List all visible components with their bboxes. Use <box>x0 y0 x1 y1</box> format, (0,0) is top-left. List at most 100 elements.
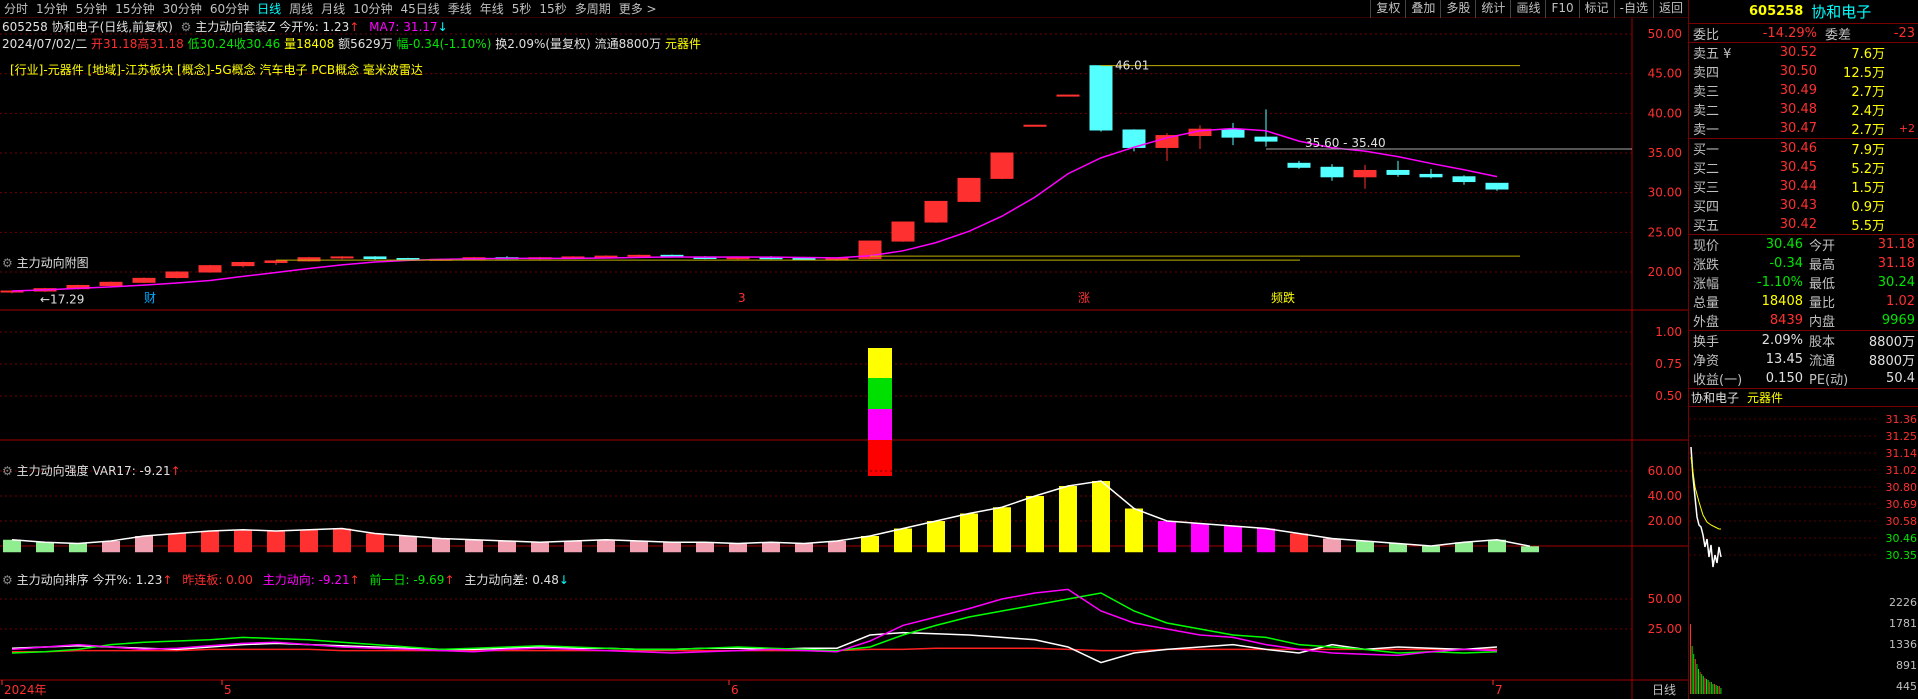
bid-price: 30.42 <box>1779 217 1817 232</box>
mini-volume-bar <box>1707 680 1709 694</box>
mini-volume-tick: 891 <box>1896 659 1917 672</box>
strength-bar <box>1521 546 1539 553</box>
mini-price-tick: 31.14 <box>1886 447 1918 460</box>
candle-body <box>594 255 618 258</box>
stat-label: 流通 <box>1809 354 1836 369</box>
mini-volume-bar <box>1715 685 1717 694</box>
period-tab[interactable]: 30分钟 <box>159 0 206 18</box>
mini-price-tick: 30.80 <box>1886 481 1918 494</box>
tool-button[interactable]: 统计 <box>1475 0 1510 18</box>
candle-body <box>132 277 156 283</box>
candle-body <box>990 152 1014 179</box>
period-tab[interactable]: 1分钟 <box>32 0 72 18</box>
strength-bar <box>1257 528 1275 553</box>
chart-area[interactable]: 50.00 45.00 40.00 35.00 30.00 25.00 20.00 46.01… <box>0 18 1688 699</box>
stat-label: 内盘 <box>1809 315 1836 330</box>
kline-chart-svg[interactable]: 50.00 45.00 40.00 35.00 30.00 25.00 20.00 46.01… <box>0 18 1688 699</box>
diff-label: 委差 <box>1825 27 1852 43</box>
stat-label: 涨幅 <box>1693 277 1720 292</box>
ask-price: 30.48 <box>1779 102 1817 117</box>
strength-bar <box>432 538 450 553</box>
x-tick-label: 7 <box>1495 683 1503 697</box>
stat-value: 8800万 <box>1868 354 1915 369</box>
period-tab[interactable]: 年线 <box>476 0 508 18</box>
stat-row: 总量 18408 量比 1.02 <box>1689 292 1918 311</box>
stat-value: -0.34 <box>1769 256 1803 271</box>
gear-icon[interactable]: ⚙ <box>2 464 13 478</box>
bid-volume: 5.5万 <box>1851 219 1885 234</box>
high-annotation: 46.01 <box>1115 59 1149 73</box>
marker: 频跌 <box>1271 290 1295 305</box>
panel2-title: ⚙ 主力动向强度 VAR17: -9.21↑ <box>2 464 181 478</box>
y-tick-label: 50.00 <box>1648 592 1682 606</box>
strength-bar <box>993 507 1011 553</box>
period-tab[interactable]: 更多 > <box>615 0 661 18</box>
mini-sector: 元器件 <box>1747 391 1784 405</box>
tool-button[interactable]: 返回 <box>1652 0 1688 18</box>
period-tab[interactable]: 季线 <box>444 0 476 18</box>
mini-volume-bar <box>1699 672 1701 694</box>
period-tab[interactable]: 分时 <box>0 0 32 18</box>
mini-volume-bar <box>1693 654 1695 694</box>
marker: 财 <box>144 291 156 305</box>
tool-button[interactable]: 复权 <box>1370 0 1405 18</box>
x-tick-label: 2024年 <box>4 683 47 697</box>
tool-button[interactable]: 叠加 <box>1405 0 1440 18</box>
tool-button[interactable]: -自选 <box>1613 0 1653 18</box>
strength-bar <box>1422 546 1440 553</box>
gear-icon[interactable]: ⚙ <box>181 20 192 34</box>
strength-bar <box>960 513 978 553</box>
strength-bar <box>1092 481 1110 553</box>
mini-price-tick: 30.69 <box>1886 498 1918 511</box>
period-tab[interactable]: 多周期 <box>571 0 615 18</box>
x-tick-label: 6 <box>731 683 739 697</box>
bid-label: 买四 <box>1693 200 1720 215</box>
tool-button[interactable]: 画线 <box>1510 0 1545 18</box>
mini-price-tick: 30.35 <box>1886 549 1918 562</box>
mini-volume-bar <box>1710 682 1712 694</box>
stock-title: 605258 协和电子(日线,前复权) <box>2 20 173 34</box>
stat-row: 换手 2.09% 股本 8800万 <box>1689 331 1918 350</box>
strength-bar <box>399 536 417 553</box>
candle-body <box>1254 136 1278 142</box>
stat-label: 股本 <box>1809 335 1836 350</box>
indicator-name[interactable]: 主力动向套装Z <box>195 20 275 34</box>
period-tab[interactable]: 45日线 <box>396 0 443 18</box>
ask-price: 30.52 <box>1779 45 1817 60</box>
stat-row: 现价 30.46 今开 31.18 <box>1689 235 1918 254</box>
quote-panel-header: 605258 协和电子 <box>1689 0 1918 24</box>
strength-bar <box>1356 541 1374 553</box>
tool-button[interactable]: 标记 <box>1578 0 1614 18</box>
mini-volume-bar <box>1714 684 1715 694</box>
period-tab[interactable]: 月线 <box>317 0 349 18</box>
tool-button[interactable]: 多股 <box>1440 0 1475 18</box>
bid-label: 买三 <box>1693 181 1720 196</box>
strength-bar <box>201 531 219 553</box>
period-tab[interactable]: 5秒 <box>508 0 536 18</box>
y-tick-label: 0.75 <box>1655 357 1682 371</box>
candle-body <box>1386 169 1410 175</box>
tool-button[interactable]: F10 <box>1545 0 1578 18</box>
bid-price: 30.45 <box>1779 160 1817 175</box>
y-tick-label: 0.50 <box>1655 389 1682 403</box>
period-tab[interactable]: 周线 <box>285 0 317 18</box>
strength-bar <box>894 528 912 553</box>
period-tab[interactable]: 15分钟 <box>111 0 158 18</box>
period-tab[interactable]: 日线 <box>253 0 285 18</box>
mini-price-tick: 30.58 <box>1886 515 1918 528</box>
quote-sector: 元器件 <box>664 37 701 51</box>
stat-value: 8439 <box>1769 313 1803 328</box>
strength-bar <box>1158 521 1176 553</box>
gear-icon[interactable]: ⚙ <box>2 256 13 270</box>
intraday-mini-chart[interactable]: 31.36 31.25 31.14 31.02 30.80 30.69 30.58 30.46… <box>1689 407 1918 694</box>
period-tab[interactable]: 60分钟 <box>206 0 253 18</box>
strength-bar <box>1125 508 1143 553</box>
candle-body <box>330 256 354 259</box>
gear-icon[interactable]: ⚙ <box>2 573 13 587</box>
stat-row: 净资 13.45 流通 8800万 <box>1689 350 1918 369</box>
period-tab[interactable]: 5分钟 <box>72 0 112 18</box>
y-tick-label: 40.00 <box>1648 489 1682 503</box>
period-tab[interactable]: 15秒 <box>535 0 570 18</box>
period-tab[interactable]: 10分钟 <box>349 0 396 18</box>
mini-price-tick: 31.36 <box>1886 413 1918 426</box>
